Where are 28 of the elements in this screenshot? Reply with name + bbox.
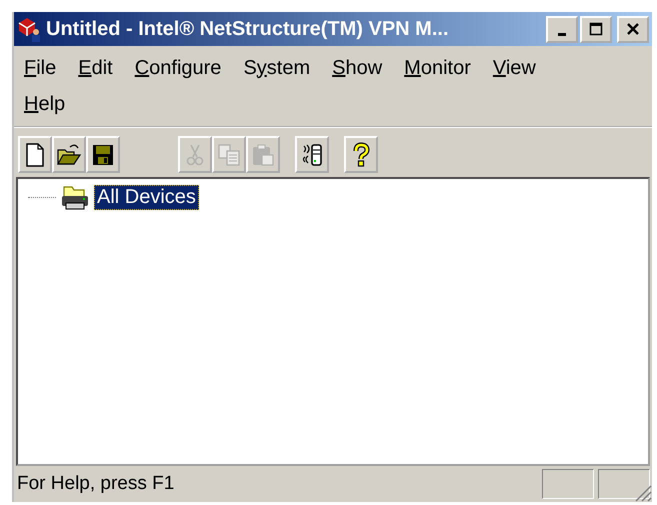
toolbar-button[interactable] <box>295 136 329 173</box>
status-panel <box>598 469 650 499</box>
close-icon <box>626 22 640 36</box>
menu-item[interactable]: Configure <box>128 56 230 80</box>
folder-icon <box>56 142 82 168</box>
toolbar-button[interactable] <box>86 136 120 173</box>
minimize-icon <box>558 32 566 36</box>
status-panel <box>542 469 594 499</box>
menu-item[interactable]: Edit <box>72 56 122 80</box>
maximize-button[interactable] <box>580 16 612 42</box>
menu-item[interactable]: File <box>18 56 66 80</box>
menu-item[interactable]: Help <box>18 92 74 116</box>
menu-item[interactable]: View <box>486 56 545 80</box>
window-title: Untitled - Intel® NetStructure(TM) VPN M... <box>46 18 450 40</box>
maximize-icon <box>589 22 603 36</box>
menu-item[interactable]: Show <box>326 56 392 80</box>
menu-item[interactable]: Monitor <box>398 56 480 80</box>
clipboard-icon <box>250 142 276 168</box>
toolbar-button[interactable] <box>52 136 86 173</box>
app-icon <box>16 16 42 42</box>
toolbar-button[interactable] <box>344 136 378 173</box>
toolbar-button[interactable] <box>18 136 52 173</box>
copy-icon <box>216 142 242 168</box>
status-text: For Help, press F1 <box>17 473 176 495</box>
minimize-button[interactable] <box>546 16 578 42</box>
menu-item[interactable]: System <box>237 56 320 80</box>
tree-item[interactable]: All Devices <box>94 184 199 210</box>
close-button[interactable] <box>617 16 649 42</box>
